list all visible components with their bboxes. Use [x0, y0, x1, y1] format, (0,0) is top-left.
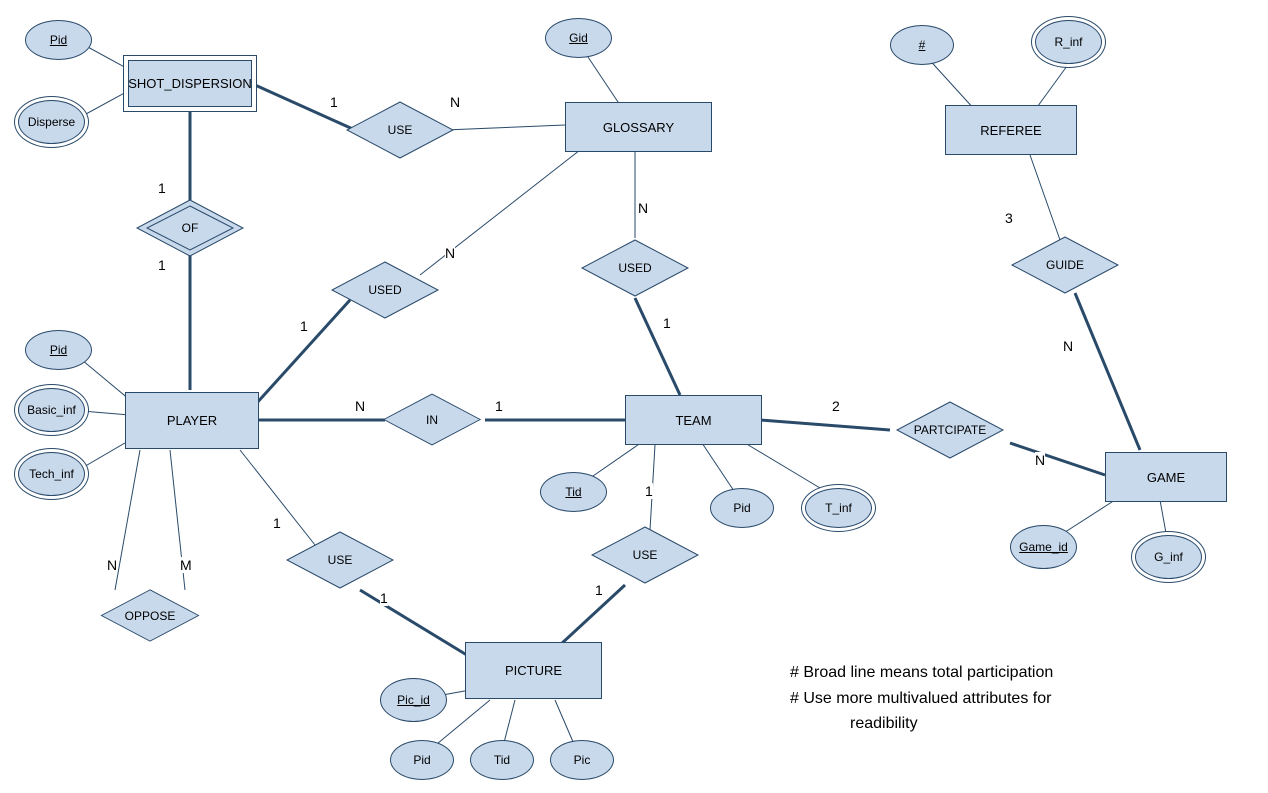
attr-label: Pid: [50, 33, 67, 47]
card-oppose-left: N: [107, 557, 117, 573]
card-part-right: N: [1035, 452, 1045, 468]
entity-label: SHOT_DISPERSION: [128, 76, 252, 91]
card-in-left: N: [355, 398, 365, 414]
card-used2-bottom: 1: [663, 315, 671, 331]
card-use1-right: N: [450, 94, 460, 110]
attr-label: T_inf: [825, 501, 852, 515]
rel-use-player-picture: USE: [285, 530, 395, 590]
rel-oppose: OPPOSE: [75, 588, 225, 643]
attr-label: Pic_id: [397, 693, 430, 707]
attr-label: G_inf: [1154, 550, 1183, 564]
attr-sd-disperse: Disperse: [18, 100, 85, 144]
entity-picture: PICTURE: [465, 642, 602, 699]
entity-label: PLAYER: [167, 413, 217, 428]
entity-label: PICTURE: [505, 663, 562, 678]
rel-participate: PARTCIPATE: [875, 400, 1025, 460]
card-oppose-right: M: [180, 557, 192, 573]
rel-use-sd-glossary: USE: [345, 100, 455, 160]
rel-used-team-glossary: USED: [580, 238, 690, 298]
card-use3-top: 1: [645, 483, 653, 499]
attr-t-tid: Tid: [540, 472, 607, 512]
entity-player: PLAYER: [125, 392, 259, 449]
card-used1-right: N: [445, 245, 455, 261]
attr-label: Tid: [494, 753, 510, 767]
attr-label: Basic_inf: [27, 403, 76, 417]
er-diagram-canvas: SHOT_DISPERSION GLOSSARY REFEREE PLAYER …: [0, 0, 1268, 793]
card-use1-left: 1: [330, 94, 338, 110]
card-of-bottom: 1: [158, 257, 166, 273]
card-part-left: 2: [832, 398, 840, 414]
attr-label: Pic: [574, 753, 591, 767]
notes: # Broad line means total participation #…: [790, 660, 1230, 737]
rel-guide: GUIDE: [995, 235, 1135, 295]
attr-label: Game_id: [1019, 540, 1068, 554]
attr-pic-tid: Tid: [470, 740, 534, 780]
attr-g-gid: Gid: [545, 18, 612, 58]
rel-used-player-glossary: USED: [330, 260, 440, 320]
card-in-right: 1: [495, 398, 503, 414]
attr-label: Pid: [733, 501, 750, 515]
card-used2-top: N: [638, 200, 648, 216]
card-use2-bottom: 1: [380, 590, 388, 606]
attr-r-inf: R_inf: [1035, 20, 1102, 64]
entity-label: GAME: [1147, 470, 1185, 485]
entity-glossary: GLOSSARY: [565, 102, 712, 152]
attr-p-pid: Pid: [25, 330, 92, 370]
attr-sd-pid: Pid: [25, 20, 92, 60]
attr-label: Pid: [50, 343, 67, 357]
attr-pic-id: Pic_id: [380, 678, 447, 722]
card-of-top: 1: [158, 180, 166, 196]
card-guide-bottom: N: [1063, 338, 1073, 354]
entity-referee: REFEREE: [945, 105, 1077, 155]
attr-r-hash: #: [890, 25, 954, 65]
entity-shot-dispersion: SHOT_DISPERSION: [123, 55, 257, 112]
attr-gm-inf: G_inf: [1135, 535, 1202, 579]
attr-label: R_inf: [1054, 35, 1082, 49]
attr-gm-id: Game_id: [1010, 525, 1077, 569]
attr-t-pid: Pid: [710, 488, 774, 528]
attr-label: Pid: [413, 753, 430, 767]
entity-game: GAME: [1105, 452, 1227, 502]
entity-team: TEAM: [625, 395, 762, 445]
rel-of: OF: [135, 198, 245, 258]
attr-p-tech: Tech_inf: [18, 452, 85, 496]
attr-label: Gid: [569, 31, 588, 45]
attr-pic-pic: Pic: [550, 740, 614, 780]
note-line: # Broad line means total participation: [790, 660, 1230, 686]
card-guide-top: 3: [1005, 210, 1013, 226]
attr-pic-pid: Pid: [390, 740, 454, 780]
attr-label: #: [919, 38, 926, 52]
entity-label: TEAM: [675, 413, 711, 428]
attr-p-basic: Basic_inf: [18, 388, 85, 432]
attr-t-inf: T_inf: [805, 488, 872, 528]
attr-label: Disperse: [28, 115, 75, 129]
card-used1-left: 1: [300, 318, 308, 334]
note-line: # Use more multivalued attributes for: [790, 686, 1230, 712]
note-line: readibility: [790, 711, 1230, 737]
rel-use-team-picture: USE: [590, 525, 700, 585]
attr-label: Tid: [565, 485, 581, 499]
entity-label: REFEREE: [980, 123, 1041, 138]
rel-in: IN: [382, 392, 482, 447]
card-use2-top: 1: [273, 515, 281, 531]
card-use3-bottom: 1: [595, 582, 603, 598]
entity-label: GLOSSARY: [603, 120, 674, 135]
attr-label: Tech_inf: [29, 467, 74, 481]
